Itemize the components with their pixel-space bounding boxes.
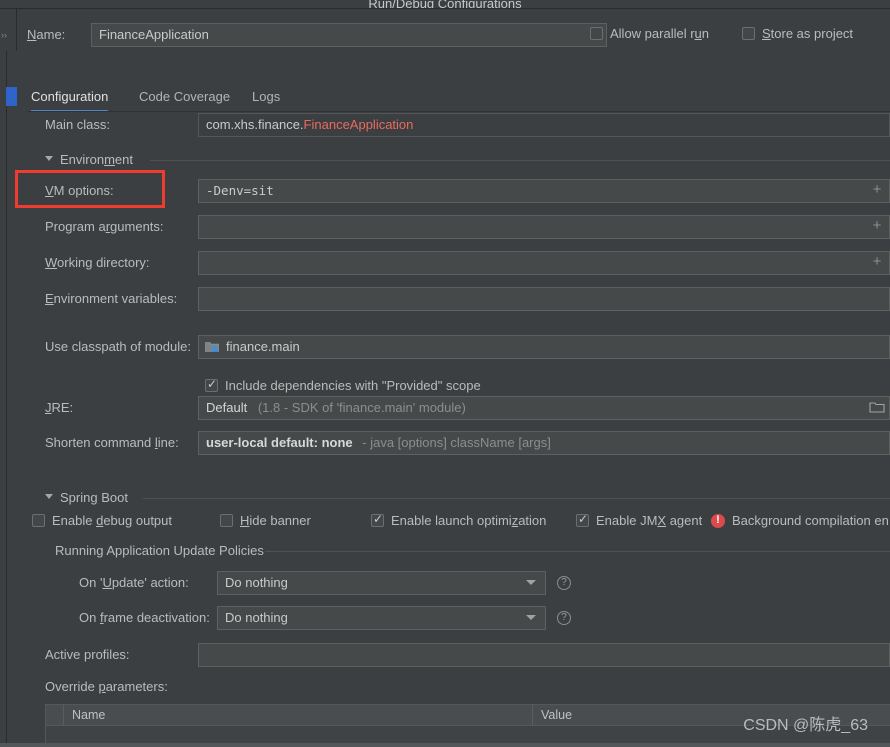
on-update-action-label: On 'Update' action: — [79, 575, 189, 590]
jre-combo[interactable]: Default (1.8 - SDK of 'finance.main' mod… — [198, 396, 890, 420]
on-update-action-combo[interactable]: Do nothing — [217, 571, 546, 595]
spring-boot-section-title: Spring Boot — [60, 490, 134, 505]
name-input[interactable]: FinanceApplication — [91, 23, 607, 47]
on-update-action-help-icon[interactable]: ? — [557, 576, 571, 590]
environment-variables-label: Environment variables: — [45, 291, 178, 306]
table-row-selector-column — [46, 705, 64, 725]
shorten-command-line-combo[interactable]: user-local default: none - java [options… — [198, 431, 890, 455]
hide-banner-checkbox[interactable]: Hide banner — [220, 513, 311, 528]
enable-debug-output-checkbox[interactable]: Enable debug output — [32, 513, 172, 528]
update-policies-divider — [265, 551, 890, 552]
top-checkbox-group: Allow parallel run Store as project — [590, 26, 890, 46]
on-update-action-chevron-down-icon[interactable] — [526, 580, 536, 585]
on-frame-deactivation-help-icon[interactable]: ? — [557, 611, 571, 625]
include-provided-scope-box[interactable] — [205, 377, 218, 392]
tab-bar: Configuration Code Coverage Logs — [27, 85, 890, 112]
environment-variables-row: Environment variables: — [27, 287, 890, 311]
chevron-right-icon[interactable]: ›› — [1, 31, 7, 40]
dialog-titlebar: Run/Debug Configurations — [0, 0, 890, 9]
table-header-name[interactable]: Name — [64, 705, 532, 725]
spring-boot-divider — [143, 498, 890, 499]
include-provided-scope-label: Include dependencies with "Provided" sco… — [225, 378, 481, 393]
main-class-row: Main class: com.xhs.finance.FinanceAppli… — [27, 113, 890, 137]
run-debug-configurations-dialog: Run/Debug Configurations ›› Name: Financ… — [0, 0, 890, 747]
tab-underline — [27, 111, 890, 112]
enable-jmx-agent-checkbox[interactable]: Enable JMX agent — [576, 512, 703, 528]
dialog-bottom-edge — [0, 743, 890, 747]
vm-options-label: VM options: — [45, 183, 114, 198]
program-arguments-plus-icon[interactable]: + — [870, 218, 884, 235]
vm-options-input[interactable]: -Denv=sit — [198, 179, 890, 203]
section-divider — [150, 160, 890, 161]
shorten-command-line-label: Shorten command line: — [45, 435, 179, 450]
allow-parallel-run-label: Allow parallel run — [610, 26, 710, 41]
working-directory-plus-icon[interactable]: + — [870, 254, 884, 271]
program-arguments-label: Program arguments: — [45, 219, 164, 234]
jre-row: JRE: Default (1.8 - SDK of 'finance.main… — [27, 396, 890, 420]
tree-selected-item[interactable] — [6, 87, 17, 106]
on-frame-deactivation-label: On frame deactivation: — [79, 610, 210, 625]
classpath-module-row: Use classpath of module: finance.main — [27, 335, 890, 359]
enable-launch-optimization-label: Enable launch optimization — [391, 513, 547, 528]
jre-folder-icon[interactable] — [869, 400, 885, 414]
active-profiles-label: Active profiles: — [45, 647, 130, 662]
hide-banner-label: Hide banner — [240, 513, 311, 528]
dialog-title: Run/Debug Configurations — [368, 0, 522, 9]
environment-section-title: Environment — [60, 152, 139, 167]
shorten-command-line-row: Shorten command line: user-local default… — [27, 431, 890, 455]
enable-debug-output-box[interactable] — [32, 514, 45, 527]
store-as-project-label: Store as project — [762, 26, 854, 41]
background-compilation-warning: Background compilation en — [711, 513, 889, 528]
name-label: Name: — [27, 27, 66, 42]
active-profiles-row: Active profiles: — [27, 643, 890, 667]
enable-debug-output-label: Enable debug output — [52, 513, 173, 528]
store-as-project-checkbox[interactable]: Store as project — [742, 26, 853, 41]
allow-parallel-run-checkbox[interactable]: Allow parallel run — [590, 26, 709, 41]
shorten-command-line-value: user-local default: none — [206, 435, 353, 450]
active-profiles-input[interactable] — [198, 643, 890, 667]
vm-options-row: VM options: -Denv=sit + — [27, 179, 890, 203]
jre-hint: (1.8 - SDK of 'finance.main' module) — [257, 400, 466, 415]
enable-launch-optimization-box[interactable] — [371, 512, 384, 527]
shorten-command-line-hint: - java [options] className [args] — [362, 435, 551, 450]
tab-code-coverage[interactable]: Code Coverage — [139, 85, 230, 111]
program-arguments-input[interactable] — [198, 215, 890, 239]
tree-panel[interactable] — [6, 51, 17, 747]
override-parameters-label: Override parameters: — [45, 679, 168, 694]
update-policies-title: Running Application Update Policies — [55, 543, 270, 558]
main-class-name: FinanceApplication — [303, 117, 414, 132]
environment-variables-input[interactable] — [198, 287, 890, 311]
main-class-field[interactable]: com.xhs.finance.FinanceApplication — [198, 113, 890, 137]
main-class-package: com.xhs.finance. — [206, 117, 304, 132]
classpath-module-combo[interactable]: finance.main — [198, 335, 890, 359]
tab-logs[interactable]: Logs — [252, 85, 280, 111]
classpath-module-label: Use classpath of module: — [45, 339, 191, 354]
configuration-content: Name: FinanceApplication Allow parallel … — [17, 9, 890, 747]
program-arguments-row: Program arguments: + — [27, 215, 890, 239]
store-as-project-box[interactable] — [742, 27, 755, 40]
error-circle-icon — [711, 513, 725, 528]
main-class-label: Main class: — [45, 117, 111, 132]
chevron-down-icon-spring[interactable] — [45, 494, 53, 499]
on-frame-deactivation-chevron-down-icon[interactable] — [526, 615, 536, 620]
vm-options-plus-icon[interactable]: + — [870, 182, 884, 199]
configurations-tree-rail[interactable]: ›› — [0, 9, 17, 747]
module-folder-icon — [205, 340, 219, 353]
watermark: CSDN @陈虎_63 — [743, 717, 868, 734]
jre-label: JRE: — [45, 400, 74, 415]
working-directory-input[interactable] — [198, 251, 890, 275]
on-frame-deactivation-combo[interactable]: Do nothing — [217, 606, 546, 630]
hide-banner-box[interactable] — [220, 514, 233, 527]
include-provided-scope-checkbox[interactable]: Include dependencies with "Provided" sco… — [205, 377, 481, 393]
background-compilation-warning-text: Background compilation en — [732, 513, 889, 528]
tab-configuration[interactable]: Configuration — [31, 85, 109, 112]
chevron-down-icon[interactable] — [45, 156, 53, 161]
jre-value: Default — [206, 400, 248, 415]
enable-launch-optimization-checkbox[interactable]: Enable launch optimization — [371, 512, 547, 528]
allow-parallel-run-box[interactable] — [590, 27, 603, 40]
working-directory-label: Working directory: — [45, 255, 150, 270]
working-directory-row: Working directory: + — [27, 251, 890, 275]
enable-jmx-agent-box[interactable] — [576, 512, 589, 527]
enable-jmx-agent-label: Enable JMX agent — [596, 513, 703, 528]
